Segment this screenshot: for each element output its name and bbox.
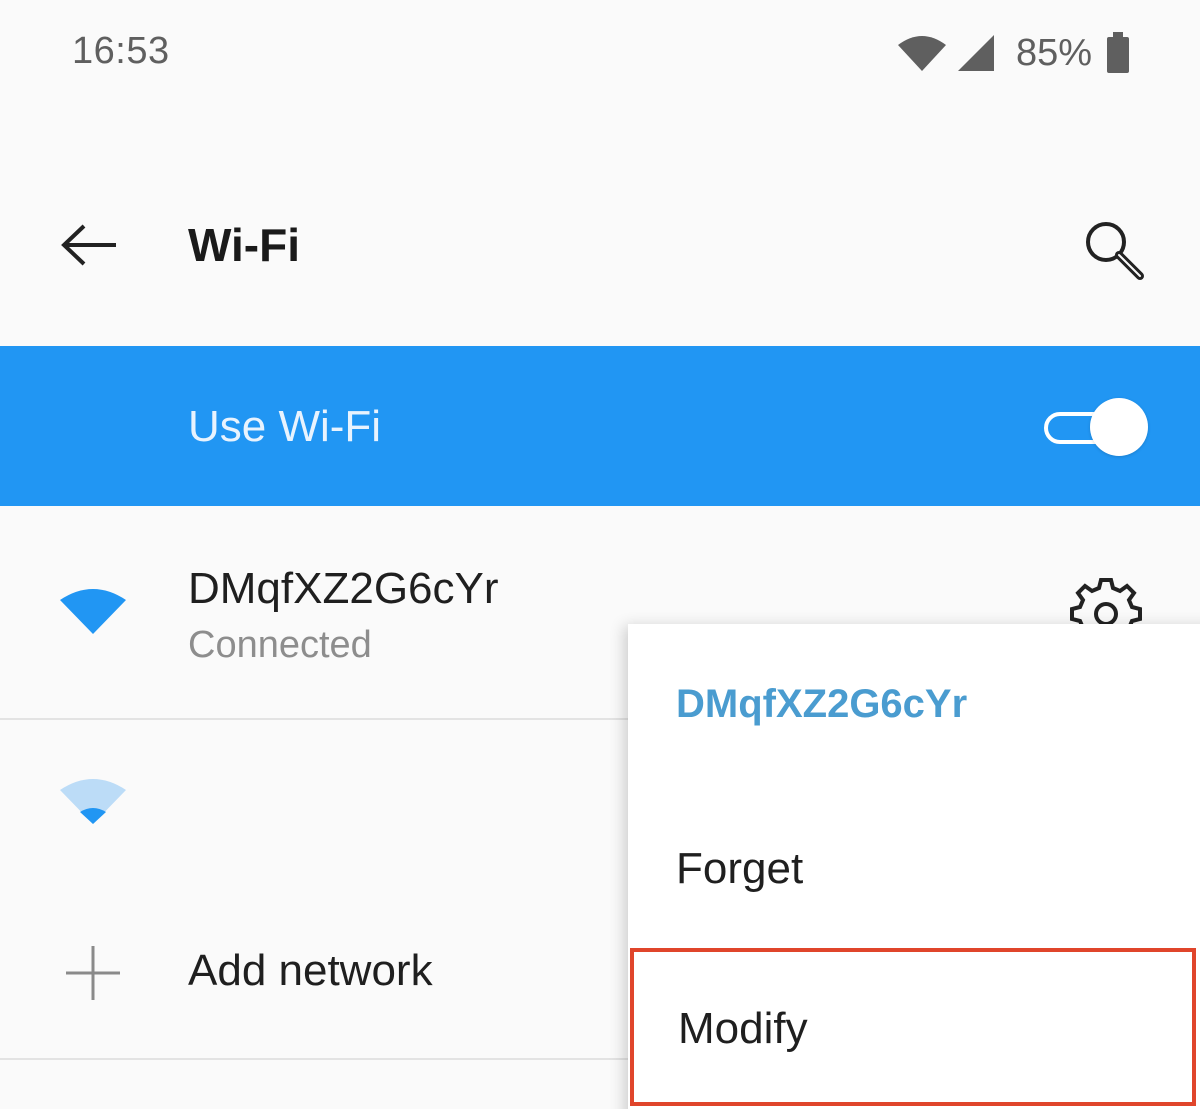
network-popup-menu: DMqfXZ2G6cYr Forget Modify bbox=[628, 624, 1200, 1109]
toggle-thumb bbox=[1090, 398, 1148, 456]
cell-signal-icon bbox=[957, 35, 994, 71]
menu-item-forget[interactable]: Forget bbox=[628, 814, 1200, 924]
status-icons: 85% bbox=[896, 28, 1130, 78]
network-status: Connected bbox=[188, 624, 372, 666]
use-wifi-label: Use Wi-Fi bbox=[188, 402, 382, 451]
menu-item-modify[interactable]: Modify bbox=[630, 948, 1196, 1106]
battery-percent: 85% bbox=[1015, 31, 1092, 74]
back-button[interactable] bbox=[50, 210, 130, 280]
plus-icon bbox=[66, 946, 120, 1000]
wifi-icon bbox=[897, 36, 946, 71]
menu-item-label: Forget bbox=[676, 844, 804, 893]
status-time: 16:53 bbox=[72, 30, 170, 72]
wifi-weak-icon bbox=[60, 779, 126, 824]
wifi-settings-screen: 16:53 85% Wi-Fi Use Wi-Fi DMqfXZ2G6cYr C… bbox=[0, 0, 1200, 1109]
battery-icon bbox=[1107, 32, 1129, 73]
page-title: Wi-Fi bbox=[188, 219, 300, 271]
use-wifi-row[interactable]: Use Wi-Fi bbox=[0, 346, 1200, 506]
status-bar: 16:53 85% bbox=[0, 0, 1200, 110]
search-icon bbox=[1086, 222, 1144, 280]
search-button[interactable] bbox=[1076, 212, 1152, 288]
add-network-label: Add network bbox=[188, 946, 433, 995]
arrow-left-icon bbox=[61, 224, 116, 266]
network-ssid: DMqfXZ2G6cYr bbox=[188, 564, 499, 613]
wifi-strong-icon bbox=[60, 589, 126, 634]
popup-title: DMqfXZ2G6cYr bbox=[676, 682, 968, 726]
menu-item-label: Modify bbox=[678, 1004, 808, 1053]
toolbar: Wi-Fi bbox=[0, 180, 1200, 310]
wifi-toggle[interactable] bbox=[1040, 398, 1148, 458]
